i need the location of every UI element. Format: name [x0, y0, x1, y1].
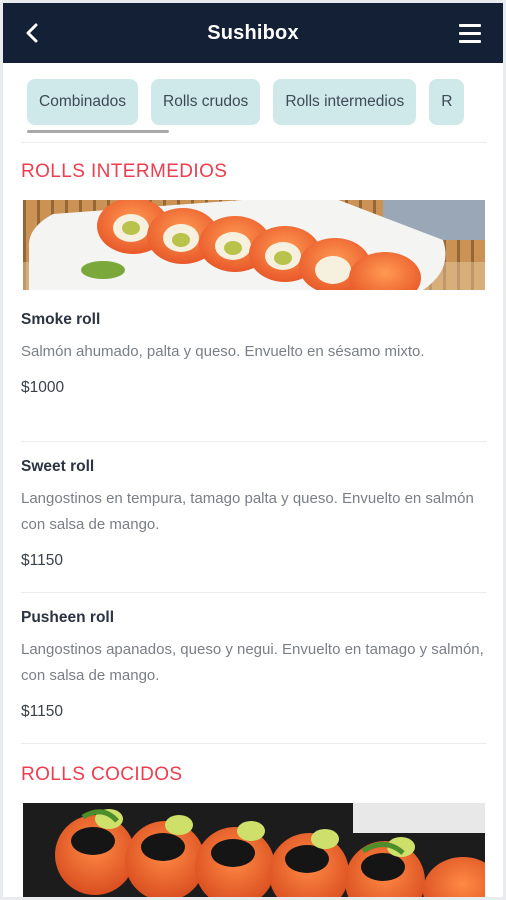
menu-button[interactable] [459, 19, 485, 47]
menu-item[interactable]: Smoke roll Salmón ahumado, palta y queso… [21, 311, 487, 397]
item-price: $1000 [21, 379, 65, 396]
tab-next-partial[interactable]: R [429, 79, 465, 125]
item-name: Smoke roll [21, 311, 101, 328]
top-app-bar: Sushibox [3, 3, 503, 63]
app-frame: Sushibox Combinados Rolls crudos Rolls int… [3, 3, 503, 897]
section-title-rolls-cocidos: ROLLS COCIDOS [21, 764, 183, 785]
chevron-left-icon [26, 23, 38, 43]
back-button[interactable] [19, 17, 47, 49]
sushi-rolls-photo [23, 803, 485, 897]
tab-rolls-crudos[interactable]: Rolls crudos [151, 79, 261, 125]
section-banner-image [23, 803, 485, 897]
tab-combinados[interactable]: Combinados [27, 79, 139, 125]
divider [21, 142, 487, 143]
divider [21, 592, 487, 593]
sushi-rolls-photo [23, 200, 485, 290]
app-title: Sushibox [207, 21, 299, 44]
menu-item[interactable]: Sweet roll Langostinos en tempura, tamag… [21, 458, 487, 570]
menu-item[interactable]: Pusheen roll Langostinos apanados, queso… [21, 609, 487, 721]
item-description: Salmón ahumado, palta y queso. Envuelto … [21, 343, 425, 360]
item-description: Langostinos apanados, queso y negui. Env… [21, 641, 484, 684]
divider [21, 441, 487, 442]
item-price: $1150 [21, 703, 63, 720]
divider [21, 743, 487, 744]
tab-rolls-intermedios[interactable]: Rolls intermedios [273, 79, 417, 125]
item-name: Pusheen roll [21, 609, 115, 626]
hamburger-menu-icon [459, 23, 481, 27]
tab-scroll-indicator [27, 130, 169, 133]
section-title-rolls-intermedios: ROLLS INTERMEDIOS [21, 161, 228, 182]
section-banner-image [23, 200, 485, 290]
item-description: Langostinos en tempura, tamago palta y q… [21, 490, 474, 533]
category-tabs: Combinados Rolls crudos Rolls intermedios R [3, 63, 503, 145]
item-price: $1150 [21, 552, 63, 569]
tab-scroller[interactable]: Combinados Rolls crudos Rolls intermedios R [27, 79, 485, 127]
item-name: Sweet roll [21, 458, 95, 475]
